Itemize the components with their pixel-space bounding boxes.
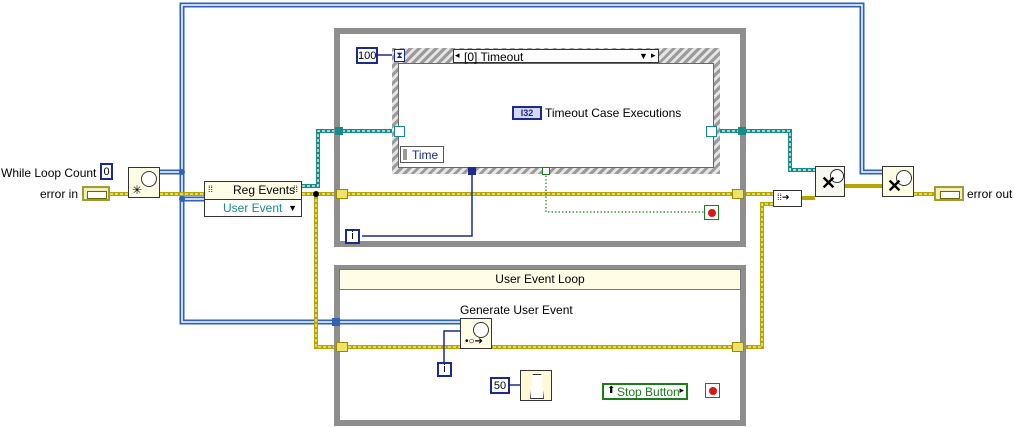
event-data-marker <box>403 149 407 160</box>
boolean-up-icon: ⬆ <box>607 385 616 396</box>
unregister-for-events-node[interactable]: ✕ <box>815 166 845 197</box>
numeric-tunnel <box>468 167 476 175</box>
wait-ms-constant[interactable]: 50 <box>490 377 510 394</box>
while-loop-count-label: While Loop Count <box>1 166 97 180</box>
timeout-case-executions-label: Timeout Case Executions <box>545 106 682 120</box>
block-diagram: While Loop Count 0 error in ✳ ⁞⁞ Reg Eve… <box>0 0 1014 427</box>
generate-arrow-icon: •○➔ <box>465 336 483 347</box>
time-label: Time <box>412 148 439 162</box>
user-event-label: User Event <box>223 201 283 215</box>
timeout-case-executions-indicator[interactable]: I32 <box>512 106 542 120</box>
event-reg-tunnel-out <box>738 127 746 135</box>
dynamic-event-terminal-right <box>706 126 717 137</box>
next-case-arrow-icon[interactable]: ▸ <box>651 50 656 61</box>
destroy-x-icon: ✕ <box>887 176 903 196</box>
wire-junction <box>179 169 185 175</box>
loop-condition-terminal-bottom <box>705 383 720 398</box>
error-in-terminal[interactable] <box>82 186 110 201</box>
reg-events-output-icon: ⁞⁞ <box>292 184 298 194</box>
create-star-icon: ✳ <box>132 183 143 197</box>
merge-errors-node[interactable]: ⁞⁞➔ <box>773 190 802 207</box>
stop-icon <box>709 387 717 395</box>
loop-count-constant[interactable]: 0 <box>100 163 113 180</box>
iteration-terminal: i <box>345 229 360 244</box>
chevron-down-icon[interactable]: ▼ <box>288 203 297 213</box>
error-out-label: error out <box>967 187 1013 201</box>
error-shift-register-bottom-right <box>732 342 744 352</box>
cluster-icon <box>87 191 107 199</box>
wire-junction <box>179 196 185 202</box>
error-shift-register-left <box>336 189 348 199</box>
iteration-terminal-bottom: i <box>437 362 452 377</box>
metronome-icon <box>530 374 544 399</box>
output-arrow-icon: ▸ <box>679 385 684 395</box>
stop-button-label: Stop Button <box>617 385 680 399</box>
event-reg-tunnel-in <box>335 127 343 135</box>
create-user-event-node[interactable]: ✳ <box>128 167 160 198</box>
reg-events-label: Reg Events <box>233 183 296 197</box>
event-case-label: [0] Timeout <box>464 50 524 64</box>
dynamic-event-terminal-left <box>394 126 405 137</box>
chevron-down-icon[interactable]: ▼ <box>639 51 648 61</box>
stop-icon <box>708 209 716 217</box>
merge-icon: ⁞⁞➔ <box>777 192 790 202</box>
destroy-user-event-node[interactable]: ✕ <box>882 166 914 197</box>
error-shift-register-bottom-left <box>336 342 348 352</box>
boolean-tunnel <box>542 167 550 175</box>
user-event-loop-comment: User Event Loop <box>339 269 741 290</box>
wait-ms-node[interactable] <box>520 370 552 401</box>
hourglass-icon: ⧗ <box>394 49 405 62</box>
stop-button-terminal[interactable]: ⬆ Stop Button ▸ <box>602 383 688 400</box>
timeout-constant[interactable]: 100 <box>356 47 378 64</box>
wire-junction <box>313 191 319 197</box>
previous-case-arrow-icon[interactable]: ◂ <box>455 50 460 61</box>
refnum-tunnel <box>332 318 340 326</box>
reg-events-icon: ⁞⁞ <box>208 184 214 194</box>
reg-events-header: ⁞⁞ Reg Events ⁞⁞ <box>205 182 301 200</box>
time-event-data-node: Time <box>400 146 444 163</box>
event-icon <box>141 171 157 187</box>
cluster-icon <box>940 191 960 199</box>
generate-user-event-label: Generate User Event <box>460 303 573 317</box>
unregister-x-icon: ✕ <box>821 173 837 193</box>
event-case-selector[interactable]: ◂ [0] Timeout ▼ ▸ <box>453 49 659 64</box>
loop-condition-terminal <box>704 205 719 220</box>
generate-user-event-node[interactable]: •○➔ <box>460 318 492 349</box>
error-shift-register-right <box>732 189 744 199</box>
register-events-node[interactable]: ⁞⁞ Reg Events ⁞⁞ User Event ▼ <box>204 181 302 217</box>
error-out-terminal[interactable] <box>934 186 964 201</box>
error-in-label: error in <box>40 187 79 201</box>
